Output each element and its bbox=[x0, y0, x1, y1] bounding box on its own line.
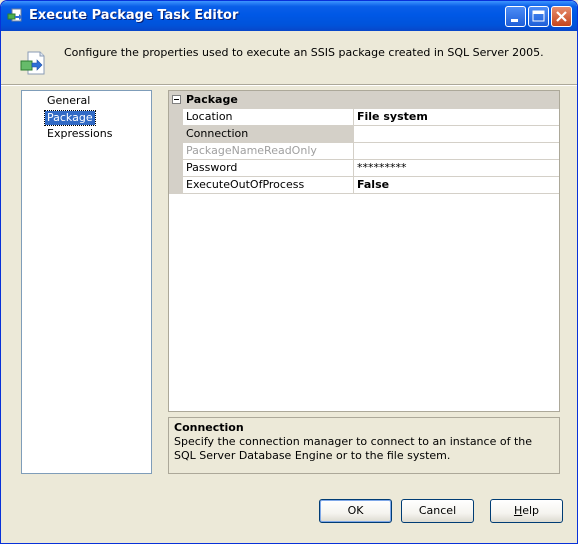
page-navigation: General Package Expressions bbox=[21, 90, 152, 474]
property-value[interactable]: ********* bbox=[357, 160, 557, 176]
grid-margin bbox=[169, 109, 183, 194]
title-bar[interactable]: Execute Package Task Editor bbox=[1, 1, 577, 31]
description-text: Specify the connection manager to connec… bbox=[174, 435, 532, 462]
close-button[interactable] bbox=[551, 6, 572, 27]
property-value[interactable]: False bbox=[357, 177, 557, 193]
nav-item-general[interactable]: General bbox=[45, 94, 92, 108]
description-panel: Connection Specify the connection manage… bbox=[168, 417, 560, 474]
ok-button[interactable]: OK bbox=[319, 499, 392, 523]
property-name: Password bbox=[183, 160, 354, 176]
dialog-header: Configure the properties used to execute… bbox=[1, 31, 577, 87]
property-row-connection[interactable]: Connection bbox=[183, 126, 559, 143]
close-icon bbox=[556, 11, 567, 22]
dialog-window: Execute Package Task Editor Configure th… bbox=[0, 0, 578, 544]
minimize-button[interactable] bbox=[505, 6, 526, 27]
property-row-executeoutofprocess[interactable]: ExecuteOutOfProcess False bbox=[183, 177, 559, 194]
nav-item-expressions[interactable]: Expressions bbox=[45, 127, 114, 141]
execute-package-icon bbox=[19, 49, 47, 77]
property-name: PackageNameReadOnly bbox=[183, 143, 354, 159]
property-name: Location bbox=[183, 109, 354, 125]
window-title: Execute Package Task Editor bbox=[29, 8, 239, 23]
maximize-icon bbox=[532, 10, 545, 22]
cancel-button[interactable]: Cancel bbox=[401, 499, 474, 523]
collapse-icon[interactable] bbox=[172, 95, 181, 104]
property-grid: Package Location File system Connection … bbox=[168, 90, 560, 412]
help-mnemonic: H bbox=[513, 504, 523, 517]
minimize-icon bbox=[511, 19, 518, 22]
package-icon bbox=[7, 8, 23, 24]
property-row-location[interactable]: Location File system bbox=[183, 109, 559, 126]
maximize-button[interactable] bbox=[528, 6, 549, 27]
property-row-password[interactable]: Password ********* bbox=[183, 160, 559, 177]
property-value bbox=[357, 143, 557, 159]
help-label: elp bbox=[522, 504, 540, 517]
nav-item-package[interactable]: Package bbox=[44, 110, 96, 126]
header-separator bbox=[1, 84, 577, 86]
property-value[interactable] bbox=[357, 126, 557, 142]
description-title: Connection bbox=[174, 421, 244, 434]
property-name: ExecuteOutOfProcess bbox=[183, 177, 354, 193]
property-row-packagenamereadonly[interactable]: PackageNameReadOnly bbox=[183, 143, 559, 160]
category-label: Package bbox=[186, 93, 238, 106]
property-value[interactable]: File system bbox=[357, 109, 557, 125]
category-row[interactable]: Package bbox=[169, 91, 559, 109]
header-description: Configure the properties used to execute… bbox=[64, 46, 544, 59]
property-name: Connection bbox=[183, 126, 354, 142]
help-button[interactable]: Help bbox=[490, 499, 563, 523]
